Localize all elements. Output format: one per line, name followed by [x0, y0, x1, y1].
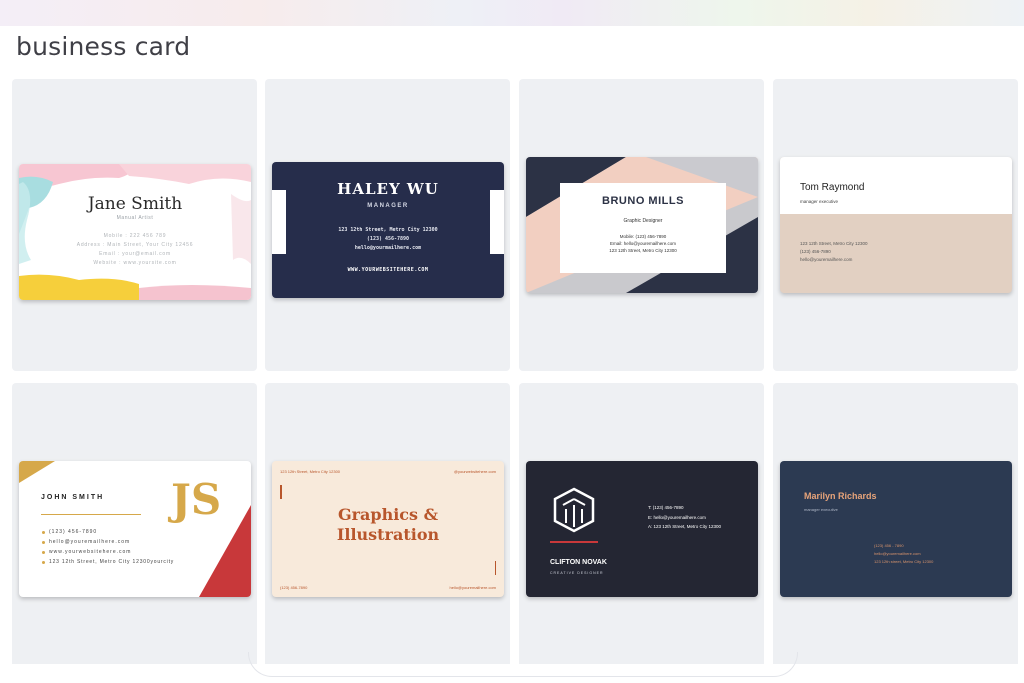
card-divider [41, 514, 141, 515]
card-role: Graphic Designer [623, 218, 663, 224]
card-line: Email : your@email.com [99, 251, 171, 257]
card-line: Address : Main Street, Your City 12456 [76, 242, 194, 248]
card-role: Manual Artist [116, 215, 154, 221]
card-line: (123) 456-7890 [366, 236, 410, 242]
card-line: T: (123) 456-7890 [648, 505, 684, 510]
card-line: A: 123 12th Street, Metro City 12300 [648, 524, 722, 529]
card-line: (123) 456-7890 [49, 529, 98, 535]
card-name: BRUNO MILLS [602, 195, 684, 207]
template-tile-marilyn-richards[interactable]: Marilyn Richards manager executive (123)… [773, 383, 1018, 675]
card-title-line1: Graphics & [337, 505, 439, 524]
card-name: JOHN SMITH [41, 494, 105, 501]
card-line: hello@youremailhere.com [800, 257, 853, 262]
card-line: 123 12th Street, Metro City 12300 [800, 241, 868, 246]
bullet-dot [42, 561, 45, 564]
card-line: Website : www.yoursite.com [93, 260, 177, 266]
business-card-graphics-illustration[interactable]: 123 12th Street, Metro City 12300 @yourw… [272, 461, 504, 597]
card-line: hello@youremailhere.com [49, 539, 131, 545]
card-line: www.yourwebsitehere.com [49, 549, 132, 555]
card-website: WWW.YOURWEBSITEHERE.COM [347, 267, 429, 273]
card-bottom-left: (123) 456-7890 [280, 585, 308, 590]
accent-line [550, 541, 598, 543]
card-line: hello@yourmailhere.com [354, 245, 422, 251]
template-tile-john-smith[interactable]: JOHN SMITH JS (123) 456-7890 hello@youre… [12, 383, 257, 675]
card-role: manager executive [800, 199, 839, 204]
business-card-bruno-mills[interactable]: BRUNO MILLS Graphic Designer Mobile: (12… [526, 157, 758, 293]
page-title: business card [16, 32, 191, 61]
template-tile-clifton-novak[interactable]: CLIFTON NOVAK CREATIVE DESIGNER T: (123)… [519, 383, 764, 675]
card-top-right: @yourwebsitehere.com [453, 469, 496, 474]
business-card-clifton-novak[interactable]: CLIFTON NOVAK CREATIVE DESIGNER T: (123)… [526, 461, 758, 597]
hexagon-logo-icon [553, 487, 595, 533]
card-role: manager executive [804, 507, 838, 512]
card-line: Email: hello@youremailhere.com [609, 241, 677, 246]
card-name: Jane Smith [87, 194, 183, 214]
business-card-haley-wu[interactable]: HALEY WU MANAGER 123 12th Street, Metro … [272, 162, 504, 298]
bullet-dot [42, 551, 45, 554]
business-card-tom-raymond[interactable]: Tom Raymond manager executive 123 12th S… [780, 157, 1012, 293]
bullet-dot [42, 531, 45, 534]
card-name: CLIFTON NOVAK [550, 559, 607, 566]
card-bottom-right: hello@youremailhere.com [449, 585, 496, 590]
card-line: 123 12th Street, Metro City 12300 [609, 248, 677, 253]
card-line: (123) 456 - 7890 [874, 543, 904, 548]
card-role: MANAGER [367, 203, 409, 209]
template-tile-tom-raymond[interactable]: Tom Raymond manager executive 123 12th S… [773, 79, 1018, 371]
card-line: 123 12th street, Metro City 12300 [874, 559, 934, 564]
card-line: 123 12th Street, Metro City 12300 [338, 227, 438, 233]
accent-bar-left [280, 485, 282, 499]
card-title-line2: Illustration [336, 525, 440, 544]
card-name: Marilyn Richards [804, 491, 877, 501]
business-card-john-smith[interactable]: JOHN SMITH JS (123) 456-7890 hello@youre… [19, 461, 251, 597]
accent-bar-right [494, 561, 496, 575]
card-top-left: 123 12th Street, Metro City 12300 [280, 469, 341, 474]
business-card-marilyn-richards[interactable]: Marilyn Richards manager executive (123)… [780, 461, 1012, 597]
card-name: HALEY WU [337, 180, 439, 198]
template-tile-graphics-illustration[interactable]: 123 12th Street, Metro City 12300 @yourw… [265, 383, 510, 675]
template-tile-haley-wu[interactable]: HALEY WU MANAGER 123 12th Street, Metro … [265, 79, 510, 371]
bullet-dot [42, 541, 45, 544]
card-name: Tom Raymond [800, 182, 865, 193]
template-tile-jane-smith[interactable]: Jane Smith Manual Artist Mobile : 222 45… [12, 79, 257, 371]
card-line: Mobile: (123) 456-7890 [619, 234, 667, 239]
card-line: (123) 456-7890 [800, 249, 831, 254]
card-line: Mobile : 222 456 789 [103, 233, 167, 239]
business-card-jane-smith[interactable]: Jane Smith Manual Artist Mobile : 222 45… [19, 164, 251, 300]
card-line: hello@youremailhere.com [874, 551, 921, 556]
card-role: CREATIVE DESIGNER [550, 571, 604, 575]
paint-splash-decoration [19, 164, 251, 300]
card-line: 123 12th Street, Metro City 12300yourcit… [49, 559, 175, 565]
card-line: E: hello@youremailhere.com [648, 515, 706, 520]
bottom-pill-outline [248, 652, 798, 677]
top-gradient-band [0, 0, 1024, 26]
card-monogram: JS [171, 475, 222, 524]
template-tile-bruno-mills[interactable]: BRUNO MILLS Graphic Designer Mobile: (12… [519, 79, 764, 371]
